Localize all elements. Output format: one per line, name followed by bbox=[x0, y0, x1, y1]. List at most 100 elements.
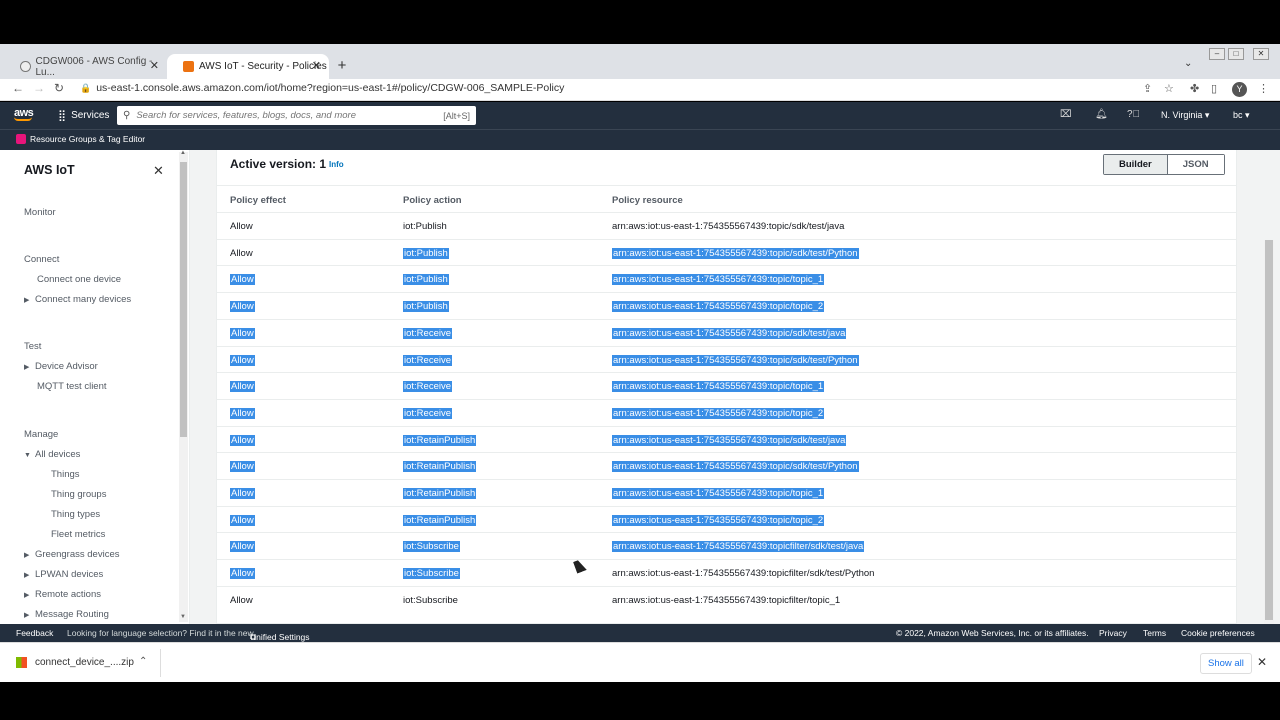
forward-icon[interactable]: → bbox=[33, 81, 45, 95]
policy-effect-cell: Allow bbox=[230, 514, 255, 526]
browser-toolbar: ← → ↻ 🔒 us-east-1.console.aws.amazon.com/… bbox=[0, 79, 1280, 101]
screen: CDGW006 - AWS Config - Lu... ✕ AWS IoT -… bbox=[0, 0, 1280, 720]
sidebar-item-mqtt[interactable]: MQTT test client bbox=[37, 381, 107, 392]
sidebar-item-remote-actions[interactable]: ▶ Remote actions bbox=[24, 589, 101, 600]
aws-search-box[interactable]: ⚲ [Alt+S] bbox=[117, 106, 476, 125]
search-input[interactable] bbox=[136, 110, 427, 121]
close-icon[interactable]: ✕ bbox=[1257, 655, 1267, 669]
resource-groups-link[interactable]: Resource Groups & Tag Editor bbox=[16, 134, 145, 144]
maximize-icon[interactable]: □ bbox=[1228, 48, 1244, 60]
resource-groups-label: Resource Groups & Tag Editor bbox=[30, 134, 146, 144]
zip-file-icon bbox=[16, 657, 27, 668]
back-icon[interactable]: ← bbox=[12, 81, 24, 95]
minimize-icon[interactable]: – bbox=[1209, 48, 1225, 60]
caret-right-icon: ▶ bbox=[24, 552, 30, 559]
sidebar-scroll-thumb[interactable] bbox=[180, 162, 187, 437]
services-menu[interactable]: ⣿ Services bbox=[58, 109, 109, 122]
browser-tab-aws-iot[interactable]: AWS IoT - Security - Policies ✕ bbox=[167, 54, 329, 79]
sidebar-item-connect-one[interactable]: Connect one device bbox=[37, 274, 121, 285]
reload-icon[interactable]: ↻ bbox=[54, 81, 64, 95]
sidebar-item-monitor[interactable]: Monitor bbox=[24, 207, 56, 218]
show-all-button[interactable]: Show all bbox=[1200, 653, 1252, 674]
sidebar-item-lpwan[interactable]: ▶ LPWAN devices bbox=[24, 569, 103, 580]
cell-text: Allow bbox=[230, 541, 255, 553]
column-header-effect: Policy effect bbox=[230, 195, 286, 206]
sidebar-item-thing-groups[interactable]: Thing groups bbox=[51, 489, 106, 500]
profile-avatar[interactable]: Y bbox=[1232, 82, 1247, 97]
json-tab[interactable]: JSON bbox=[1167, 155, 1224, 174]
bookmark-star-icon[interactable]: ☆ bbox=[1164, 82, 1174, 95]
policy-resource-cell: arn:aws:iot:us-east-1:754355567439:topic… bbox=[612, 221, 844, 232]
cell-text: Allow bbox=[230, 461, 255, 473]
sidebar-close-icon[interactable]: ✕ bbox=[153, 163, 164, 179]
feedback-link[interactable]: Feedback bbox=[16, 628, 53, 638]
aws-logo[interactable]: aws bbox=[14, 107, 34, 121]
extensions-icon[interactable]: ✤ bbox=[1190, 82, 1199, 95]
policy-effect-cell: Allow bbox=[230, 248, 253, 259]
info-link[interactable]: Info bbox=[329, 160, 344, 169]
sidebar-item-greengrass[interactable]: ▶ Greengrass devices bbox=[24, 549, 119, 560]
chevron-up-icon[interactable]: ⌃ bbox=[139, 656, 147, 667]
browser-menu-icon[interactable]: ⋮ bbox=[1258, 82, 1269, 95]
sidebar-item-device-advisor[interactable]: ▶ Device Advisor bbox=[24, 361, 98, 372]
help-icon[interactable]: ?⃝ bbox=[1127, 109, 1140, 120]
cell-text: arn:aws:iot:us-east-1:754355567439:topic… bbox=[612, 488, 825, 499]
cookie-preferences-link[interactable]: Cookie preferences bbox=[1181, 628, 1255, 638]
tab-search-chevron-icon[interactable]: ⌄ bbox=[1184, 58, 1192, 69]
sidebar-item-label: Connect many devices bbox=[35, 294, 132, 305]
new-tab-icon[interactable]: + bbox=[334, 58, 350, 74]
tab-close-icon[interactable]: ✕ bbox=[312, 59, 321, 72]
sidebar-scrollbar[interactable]: ▲ ▼ bbox=[179, 150, 188, 622]
notifications-bell-icon[interactable]: 🔔︎ bbox=[1095, 109, 1108, 120]
sidebar-item-connect-many[interactable]: ▶ Connect many devices bbox=[24, 294, 131, 305]
address-bar[interactable]: 🔒 us-east-1.console.aws.amazon.com/iot/ho… bbox=[80, 82, 564, 94]
cell-text: arn:aws:iot:us-east-1:754355567439:topic… bbox=[612, 221, 845, 232]
sidebar-item-thing-types[interactable]: Thing types bbox=[51, 509, 100, 520]
cloudshell-icon[interactable]: ⌧ bbox=[1060, 109, 1072, 120]
divider bbox=[217, 185, 1237, 186]
content-area: AWS IoT ✕ Monitor Connect Connect one de… bbox=[0, 150, 1280, 624]
side-panel-icon[interactable]: ▯ bbox=[1211, 82, 1217, 95]
caret-right-icon: ▶ bbox=[24, 572, 30, 579]
column-header-resource: Policy resource bbox=[612, 195, 683, 206]
sidebar-item-message-routing[interactable]: ▶ Message Routing bbox=[24, 609, 109, 620]
policy-resource-cell: arn:aws:iot:us-east-1:754355567439:topic… bbox=[612, 568, 874, 579]
search-icon: ⚲ bbox=[123, 110, 131, 121]
policy-effect-cell: Allow bbox=[230, 461, 255, 473]
window-close-icon[interactable]: ✕ bbox=[1253, 48, 1269, 60]
region-selector[interactable]: N. Virginia ▾ bbox=[1161, 110, 1209, 121]
cell-text: iot:Subscribe bbox=[403, 541, 460, 553]
policy-resource-cell: arn:aws:iot:us-east-1:754355567439:topic… bbox=[612, 461, 859, 473]
view-toggle: Builder JSON bbox=[1103, 154, 1225, 175]
divider bbox=[160, 649, 161, 677]
builder-tab[interactable]: Builder bbox=[1104, 155, 1168, 174]
browser-tab-aws-config[interactable]: CDGW006 - AWS Config - Lu... ✕ bbox=[4, 54, 167, 79]
sidebar-item-label: Message Routing bbox=[35, 609, 109, 620]
page-scroll-thumb[interactable] bbox=[1265, 240, 1273, 620]
terms-link[interactable]: Terms bbox=[1143, 628, 1166, 638]
policy-resource-cell: arn:aws:iot:us-east-1:754355567439:topic… bbox=[612, 514, 825, 526]
sidebar-item-fleet-metrics[interactable]: Fleet metrics bbox=[51, 529, 105, 540]
download-file-name[interactable]: connect_device_....zip bbox=[35, 657, 134, 668]
cell-text: Allow bbox=[230, 301, 255, 313]
page-scrollbar[interactable] bbox=[1264, 240, 1274, 624]
column-header-action: Policy action bbox=[403, 195, 462, 206]
tab-close-icon[interactable]: ✕ bbox=[150, 59, 159, 72]
cell-text: arn:aws:iot:us-east-1:754355567439:topic… bbox=[612, 274, 825, 286]
sidebar-title: AWS IoT bbox=[24, 163, 75, 177]
sidebar-item-label: LPWAN devices bbox=[35, 569, 104, 580]
sidebar-item-things[interactable]: Things bbox=[51, 469, 80, 480]
cell-text: arn:aws:iot:us-east-1:754355567439:topic… bbox=[612, 407, 825, 419]
sidebar-item-all-devices[interactable]: ▼ All devices bbox=[24, 449, 80, 460]
cell-text: iot:RetainPublish bbox=[403, 488, 477, 499]
share-icon[interactable]: ⇪ bbox=[1143, 82, 1152, 95]
account-menu[interactable]: bc ▾ bbox=[1233, 110, 1250, 121]
scroll-down-icon[interactable]: ▼ bbox=[180, 614, 186, 620]
sidebar-section-test: Test bbox=[24, 341, 42, 352]
policy-resource-cell: arn:aws:iot:us-east-1:754355567439:topic… bbox=[612, 301, 825, 313]
cell-text: arn:aws:iot:us-east-1:754355567439:topic… bbox=[612, 461, 859, 473]
scroll-up-icon[interactable]: ▲ bbox=[180, 150, 186, 156]
privacy-link[interactable]: Privacy bbox=[1099, 628, 1127, 638]
cell-text: iot:Receive bbox=[403, 381, 452, 393]
cell-text: iot:Subscribe bbox=[403, 568, 460, 580]
